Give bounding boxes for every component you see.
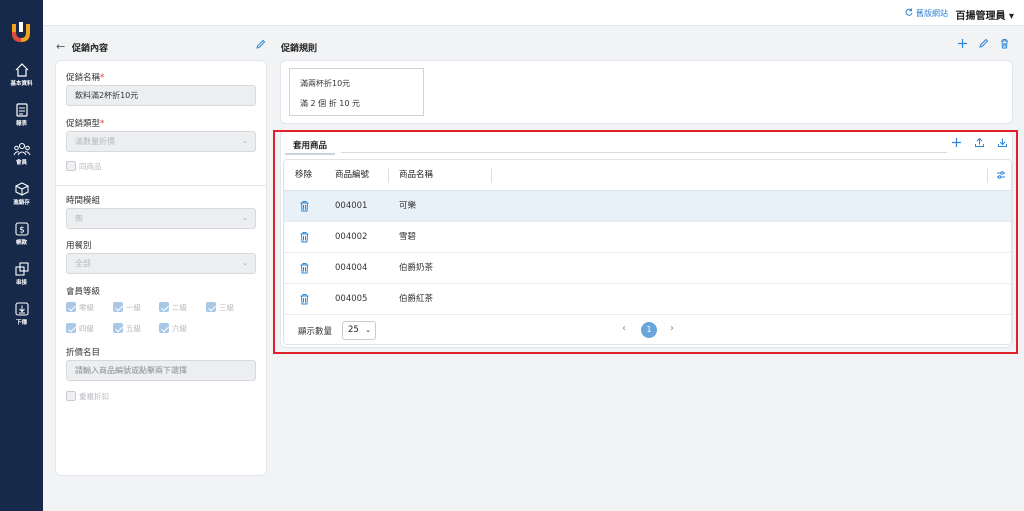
download-icon	[14, 302, 29, 316]
inventory-icon	[14, 182, 29, 196]
edit-pencil-icon[interactable]	[978, 38, 989, 52]
sidebar-item-integration[interactable]: 串接	[0, 261, 43, 286]
time-module-select[interactable]: 無 ⌄	[66, 208, 256, 229]
top-bar: 舊版網站 百揚管理員 ▾	[43, 0, 1024, 26]
sidebar-item-reports[interactable]: 報表	[0, 102, 43, 127]
sidebar-item-label: 下傳	[15, 320, 27, 326]
members-icon	[13, 142, 30, 156]
sidebar-item-accounts[interactable]: $ 帳款	[0, 221, 43, 246]
divider	[56, 185, 266, 186]
highlight-box	[273, 130, 1018, 354]
sidebar-item-label: 進銷存	[13, 200, 30, 206]
level-checkbox[interactable]: 六級	[159, 323, 187, 334]
promotion-name-label: 促銷名稱*	[66, 73, 105, 83]
time-module-label: 時間模組	[66, 196, 101, 206]
rule-item[interactable]: 滿兩杯折10元 滿 2 個 折 10 元	[289, 68, 424, 116]
discount-item-input[interactable]: 請輸入商品編號或點擊兩下選擇	[66, 360, 256, 381]
level-checkbox[interactable]: 一級	[113, 302, 141, 313]
same-product-checkbox[interactable]: 同商品	[66, 161, 102, 172]
rule-detail: 滿 2 個 折 10 元	[300, 99, 360, 108]
sidebar-item-label: 會員	[15, 160, 27, 166]
promotion-content-header: ← 促銷內容	[56, 39, 266, 54]
user-menu[interactable]: 百揚管理員 ▾	[955, 7, 1014, 22]
back-arrow-icon[interactable]: ←	[56, 40, 65, 53]
old-site-link[interactable]: 舊版網站	[905, 8, 948, 19]
promotion-content-title: 促銷內容	[72, 44, 109, 54]
rules-toolbar	[950, 38, 1010, 52]
money-icon: $	[14, 222, 29, 236]
sidebar: 基本資料 報表 會員 進銷存 $ 帳款 串接 下傳	[0, 0, 43, 511]
chevron-down-icon: ⌄	[242, 137, 248, 145]
chevron-down-icon: ⌄	[242, 214, 248, 222]
promotion-rules-title: 促銷規則	[281, 44, 318, 54]
sidebar-item-label: 報表	[15, 121, 27, 127]
sidebar-item-inventory[interactable]: 進銷存	[0, 181, 43, 206]
home-icon	[15, 63, 28, 77]
promotion-rules-card: 滿兩杯折10元 滿 2 個 折 10 元	[280, 60, 1013, 124]
promotion-type-label: 促銷類型*	[66, 119, 105, 129]
sidebar-item-label: 串接	[15, 280, 27, 286]
sidebar-item-label: 基本資料	[10, 81, 33, 87]
trash-icon[interactable]	[999, 38, 1010, 52]
level-checkbox[interactable]: 二級	[159, 302, 187, 313]
sidebar-item-basic-data[interactable]: 基本資料	[0, 62, 43, 87]
promotion-name-input[interactable]: 飲料滿2杯折10元	[66, 85, 256, 106]
edit-pencil-icon[interactable]	[255, 39, 266, 53]
integration-icon	[14, 262, 29, 276]
svg-text:$: $	[19, 226, 25, 236]
promotion-type-select[interactable]: 滿數量折價 ⌄	[66, 131, 256, 152]
refresh-icon	[905, 8, 913, 18]
report-icon	[15, 103, 28, 117]
level-checkbox[interactable]: 四級	[66, 323, 94, 334]
repeat-discount-checkbox[interactable]: 重複折扣	[66, 391, 109, 402]
level-checkbox[interactable]: 零級	[66, 302, 94, 313]
sidebar-item-label: 帳款	[15, 240, 27, 246]
sidebar-item-download[interactable]: 下傳	[0, 301, 43, 326]
meal-type-select[interactable]: 全部 ⌄	[66, 253, 256, 274]
discount-item-label: 折價名目	[66, 348, 101, 358]
rule-name: 滿兩杯折10元	[300, 79, 351, 88]
level-checkbox[interactable]: 三級	[206, 302, 234, 313]
meal-type-label: 用餐別	[66, 241, 92, 251]
brand-logo[interactable]	[11, 20, 31, 42]
promotion-form: 促銷名稱* 飲料滿2杯折10元 促銷類型* 滿數量折價 ⌄ 同商品 時間模組 無 ⌄…	[55, 60, 267, 476]
level-checkbox[interactable]: 五級	[113, 323, 141, 334]
chevron-down-icon: ⌄	[242, 259, 248, 267]
member-level-label: 會員等級	[66, 287, 101, 297]
sidebar-item-members[interactable]: 會員	[0, 141, 43, 166]
old-site-label: 舊版網站	[916, 9, 948, 18]
add-plus-icon[interactable]	[957, 38, 968, 52]
